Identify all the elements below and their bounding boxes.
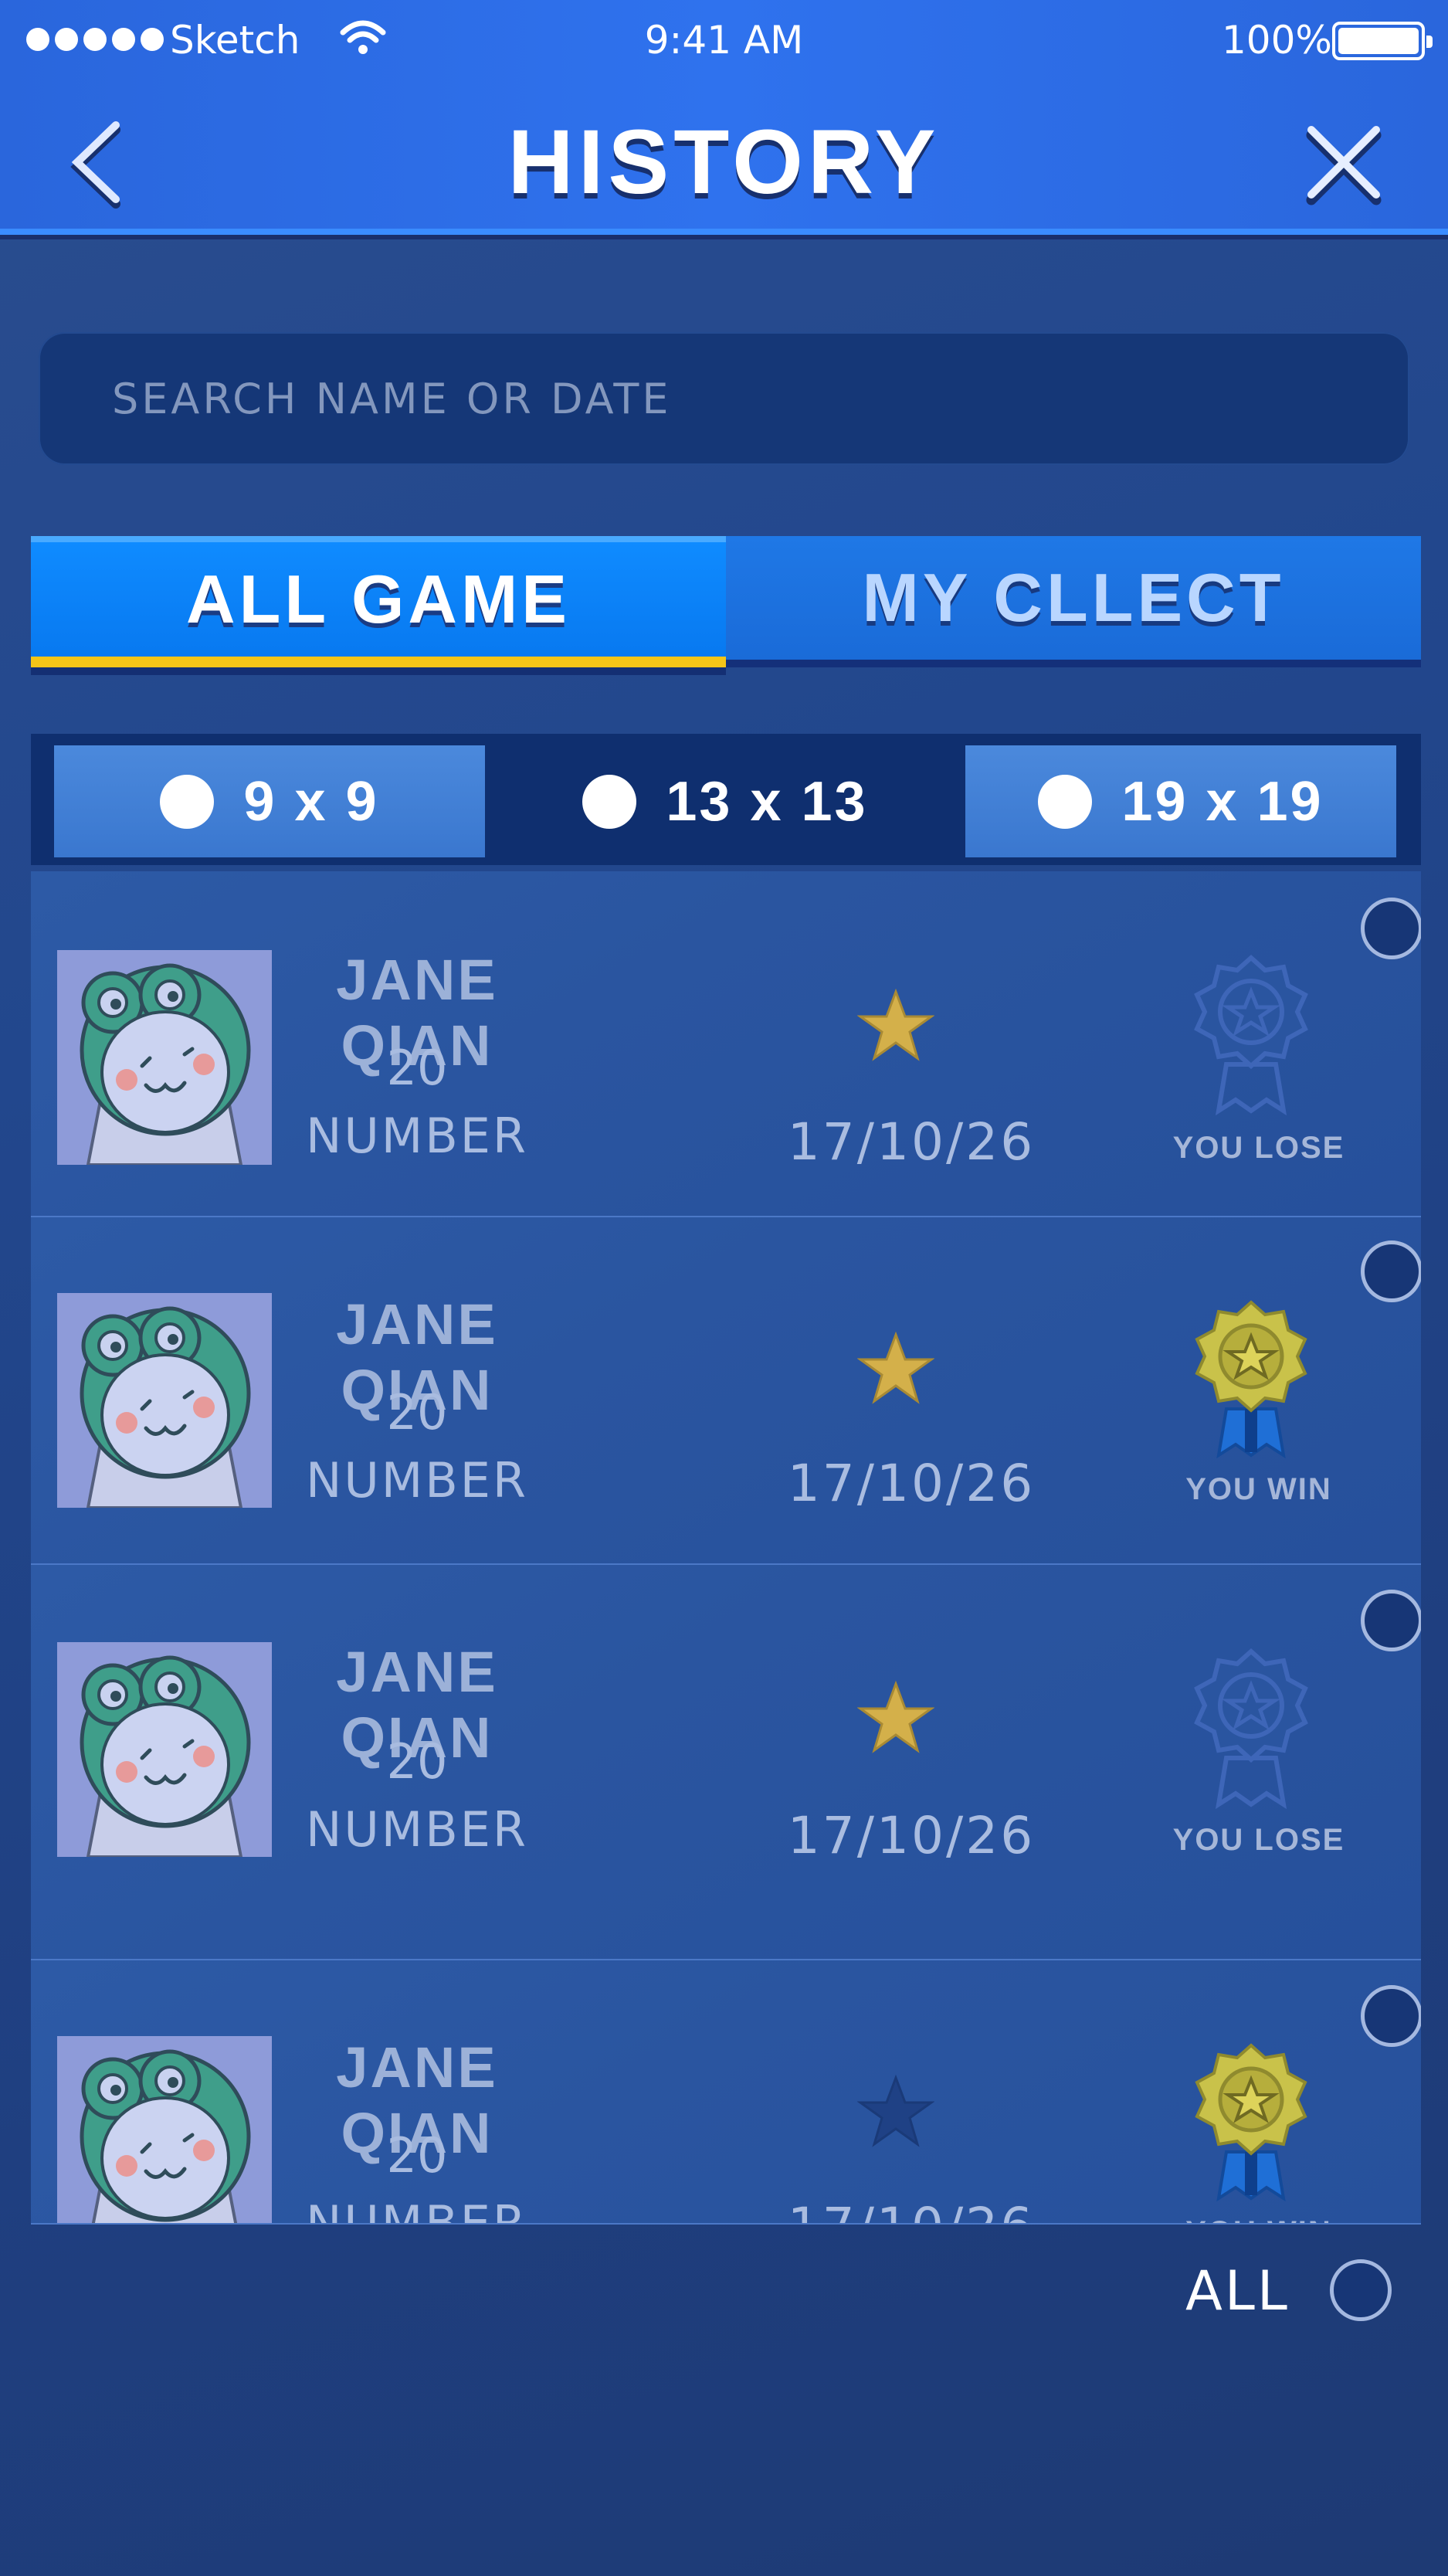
game-row[interactable]: JANE QIAN 20 NUMBER 17/10/26 YOU WIN xyxy=(31,1217,1421,1565)
game-date: 17/10/26 xyxy=(787,1806,1036,1865)
battery-icon xyxy=(1332,22,1433,60)
select-checkbox[interactable] xyxy=(1361,898,1421,959)
radio-icon xyxy=(582,774,637,829)
star-icon[interactable] xyxy=(857,2073,934,2150)
game-result: YOU WIN xyxy=(1143,2215,1375,2223)
tab-all-game-label: ALL GAME xyxy=(186,561,571,637)
select-checkbox[interactable] xyxy=(1361,1240,1421,1302)
page-title: HISTORY xyxy=(507,111,941,213)
top-bar: Sketch 9:41 AM 100% HISTORY xyxy=(0,0,1448,235)
board-size-label: 19 x 19 xyxy=(1121,770,1324,833)
game-date: 17/10/26 xyxy=(787,1112,1036,1172)
search-bar xyxy=(39,332,1409,465)
move-number: 20 xyxy=(386,2127,448,2184)
select-all-label: ALL xyxy=(1185,2259,1290,2323)
tab-all-game[interactable]: ALL GAME xyxy=(31,536,726,675)
board-size-label: 13 x 13 xyxy=(666,770,868,833)
medal-win-icon xyxy=(1195,1300,1307,1459)
avatar xyxy=(57,1293,272,1508)
game-result: YOU LOSE xyxy=(1172,1131,1345,1165)
battery-percent: 100% xyxy=(1222,18,1332,63)
board-size-label: 9 x 9 xyxy=(243,770,379,833)
star-icon[interactable] xyxy=(857,1330,934,1407)
close-icon[interactable] xyxy=(1297,116,1390,209)
medal-lose-icon xyxy=(1194,1648,1308,1810)
number-label: NUMBER xyxy=(263,2195,571,2223)
select-checkbox[interactable] xyxy=(1361,1590,1421,1651)
avatar xyxy=(57,2036,272,2223)
search-input[interactable] xyxy=(39,332,1409,465)
medal-lose-icon xyxy=(1194,954,1308,1116)
star-icon[interactable] xyxy=(857,1679,934,1756)
game-result: YOU LOSE xyxy=(1172,1823,1345,1857)
move-number: 20 xyxy=(386,1384,448,1441)
number-label: NUMBER xyxy=(305,1108,529,1164)
game-row[interactable]: JANE QIAN 20 NUMBER 17/10/26 YOU LOSE xyxy=(31,1565,1421,1960)
game-row[interactable]: JANE QIAN 20 NUMBER 17/10/26 YOU LOSE xyxy=(31,871,1421,1217)
board-size-9x9[interactable]: 9 x 9 xyxy=(54,745,485,857)
game-history-list: JANE QIAN 20 NUMBER 17/10/26 YOU LOSE JA… xyxy=(31,871,1421,2223)
divider xyxy=(31,2223,1421,2225)
board-size-13x13[interactable]: 13 x 13 xyxy=(510,745,941,857)
radio-icon xyxy=(160,774,215,829)
number-label: NUMBER xyxy=(305,1801,529,1858)
tab-my-collect-label: MY CLLECT xyxy=(862,559,1285,636)
move-number: 20 xyxy=(386,1733,448,1790)
game-result: YOU WIN xyxy=(1185,1472,1332,1506)
board-size-19x19[interactable]: 19 x 19 xyxy=(965,745,1396,857)
game-row[interactable]: JANE QIAN 20 NUMBER 17/10/26 YOU WIN xyxy=(31,1960,1421,2223)
select-checkbox[interactable] xyxy=(1361,1985,1421,2047)
tab-my-collect[interactable]: MY CLLECT xyxy=(726,536,1421,667)
avatar xyxy=(57,950,272,1165)
move-number: 20 xyxy=(386,1040,448,1096)
star-icon[interactable] xyxy=(857,987,934,1064)
select-all-checkbox[interactable] xyxy=(1330,2259,1392,2321)
radio-icon xyxy=(1038,774,1093,829)
game-date: 17/10/26 xyxy=(749,2197,1073,2223)
medal-win-icon xyxy=(1195,2043,1307,2202)
game-date: 17/10/26 xyxy=(787,1454,1036,1513)
number-label: NUMBER xyxy=(305,1452,529,1509)
avatar xyxy=(57,1642,272,1857)
